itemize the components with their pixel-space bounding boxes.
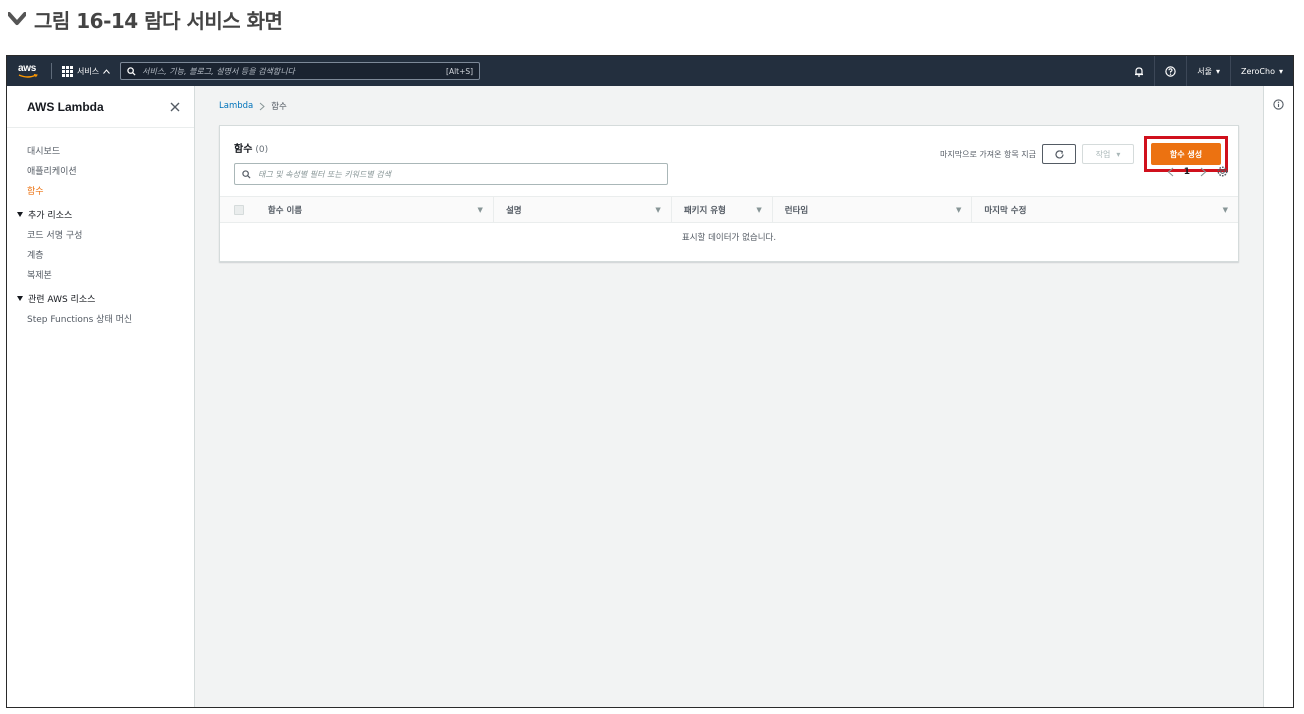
sort-icon: ▼ <box>756 205 762 214</box>
info-icon[interactable] <box>1273 95 1284 114</box>
caret-down-icon: ▾ <box>1116 149 1121 159</box>
figure-caption: 그림 16-14 람다 서비스 화면 <box>6 4 283 34</box>
bell-icon <box>1135 66 1144 77</box>
caret-down-icon: ▾ <box>1278 66 1283 76</box>
nav-divider <box>51 63 52 79</box>
sidebar-item-dashboard[interactable]: 대시보드 <box>7 140 194 160</box>
breadcrumb: Lambda 함수 <box>219 100 287 112</box>
breadcrumb-lambda-link[interactable]: Lambda <box>219 101 253 111</box>
panel-title-text: 함수 <box>234 144 253 155</box>
services-label: 서비스 <box>77 66 100 76</box>
sort-icon: ▼ <box>477 205 483 214</box>
close-icon[interactable] <box>170 97 180 116</box>
sort-icon: ▼ <box>955 205 962 214</box>
sidebar-item-applications[interactable]: 애플리케이션 <box>7 160 194 180</box>
account-menu[interactable]: ZeroCho ▾ <box>1230 56 1293 86</box>
column-header-runtime[interactable]: 런타임 ▼ <box>771 197 972 222</box>
triangle-down-icon <box>17 211 23 217</box>
create-function-button[interactable]: 함수 생성 <box>1151 143 1221 165</box>
table-header: 함수 이름 ▼ 설명 ▼ 패키지 유형 ▼ 런타임 ▼ 마지막 수정 ▼ <box>220 196 1238 223</box>
triangle-down-icon <box>17 295 23 301</box>
search-icon <box>242 169 251 179</box>
sidebar-item-code-signing[interactable]: 코드 서명 구성 <box>7 224 194 244</box>
global-search-input[interactable]: 서비스, 기능, 블로그, 설명서 등을 검색합니다 [Alt+S] <box>120 62 481 80</box>
search-shortcut: [Alt+S] <box>446 66 474 76</box>
help-icon <box>1165 65 1176 77</box>
refresh-button[interactable] <box>1042 144 1076 164</box>
sidebar-section-additional-resources[interactable]: 추가 리소스 <box>7 204 194 224</box>
aws-logo[interactable]: aws <box>17 61 41 81</box>
sidebar: AWS Lambda 대시보드 애플리케이션 함수 추가 리소스 코드 서명 구… <box>7 86 195 707</box>
pagination: 1 <box>1167 166 1228 177</box>
global-search-placeholder: 서비스, 기능, 블로그, 설명서 등을 검색합니다 <box>142 66 295 76</box>
empty-table-message: 표시할 데이터가 없습니다. <box>681 233 777 243</box>
sidebar-item-functions[interactable]: 함수 <box>7 180 194 200</box>
chevron-down-icon <box>6 8 28 30</box>
region-selector[interactable]: 서울 ▾ <box>1186 56 1230 86</box>
section-title: 관련 AWS 리소스 <box>28 294 96 305</box>
sidebar-item-replicas[interactable]: 복제본 <box>7 264 194 284</box>
breadcrumb-current: 함수 <box>271 102 287 112</box>
sidebar-header: AWS Lambda <box>7 86 194 128</box>
nav-right-group: 서울 ▾ ZeroCho ▾ <box>1124 56 1293 86</box>
chevron-right-icon[interactable] <box>1200 167 1207 177</box>
column-header-package-type[interactable]: 패키지 유형 ▼ <box>670 197 772 222</box>
caret-up-icon <box>103 68 110 74</box>
sidebar-section-related-aws-resources[interactable]: 관련 AWS 리소스 <box>7 288 194 308</box>
grid-icon <box>62 65 73 77</box>
right-rail <box>1263 86 1293 707</box>
help-button[interactable] <box>1154 56 1186 86</box>
section-title: 추가 리소스 <box>28 210 73 221</box>
sidebar-item-step-functions[interactable]: Step Functions 상태 머신 <box>7 308 194 328</box>
select-all-checkbox[interactable] <box>234 204 244 215</box>
sidebar-item-layers[interactable]: 계층 <box>7 244 194 264</box>
caret-down-icon: ▾ <box>1216 66 1221 76</box>
account-label: ZeroCho <box>1241 66 1275 76</box>
column-label: 함수 이름 <box>267 205 303 216</box>
chevron-left-icon[interactable] <box>1167 167 1174 177</box>
functions-panel: 함수 (0) 마지막으로 가져온 항목 지금 작업 ▾ 함수 생성 태그 및 속… <box>219 125 1239 262</box>
sort-icon: ▼ <box>655 205 661 214</box>
search-icon <box>127 66 136 76</box>
column-label: 마지막 수정 <box>984 205 1027 216</box>
refresh-icon <box>1054 149 1064 159</box>
column-header-function-name[interactable]: 함수 이름 ▼ <box>268 197 493 222</box>
column-label: 설명 <box>505 205 522 216</box>
aws-logo-text: aws <box>18 63 37 74</box>
sidebar-title[interactable]: AWS Lambda <box>27 100 104 114</box>
page-number[interactable]: 1 <box>1184 167 1190 177</box>
panel-title: 함수 (0) <box>234 140 268 155</box>
chevron-right-icon <box>259 102 265 110</box>
function-count: (0) <box>255 145 269 155</box>
services-menu-button[interactable]: 서비스 <box>62 65 110 77</box>
column-label: 패키지 유형 <box>683 205 726 216</box>
aws-smile-icon <box>18 74 38 78</box>
function-filter-input[interactable]: 태그 및 속성별 필터 또는 키워드별 검색 <box>234 163 668 185</box>
column-label: 런타임 <box>784 205 809 216</box>
sidebar-nav: 대시보드 애플리케이션 함수 추가 리소스 코드 서명 구성 계층 복제본 관련… <box>7 128 194 328</box>
region-label: 서울 <box>1197 66 1212 76</box>
top-navigation: aws 서비스 서비스, 기능, 블로그, 설명서 등을 검색합니다 [Alt+… <box>7 56 1293 86</box>
actions-dropdown[interactable]: 작업 ▾ <box>1082 144 1134 164</box>
browser-frame: aws 서비스 서비스, 기능, 블로그, 설명서 등을 검색합니다 [Alt+… <box>6 55 1294 708</box>
gear-icon[interactable] <box>1217 166 1228 177</box>
column-header-description[interactable]: 설명 ▼ <box>492 197 671 222</box>
figure-caption-text: 그림 16-14 람다 서비스 화면 <box>34 8 283 33</box>
column-header-last-modified[interactable]: 마지막 수정 ▼ <box>971 197 1238 222</box>
sort-icon: ▼ <box>1222 205 1228 214</box>
actions-label: 작업 <box>1095 149 1111 159</box>
notifications-button[interactable] <box>1124 56 1154 86</box>
last-fetched-status: 마지막으로 가져온 항목 지금 <box>940 149 1036 159</box>
filter-placeholder: 태그 및 속성별 필터 또는 키워드별 검색 <box>258 169 392 179</box>
